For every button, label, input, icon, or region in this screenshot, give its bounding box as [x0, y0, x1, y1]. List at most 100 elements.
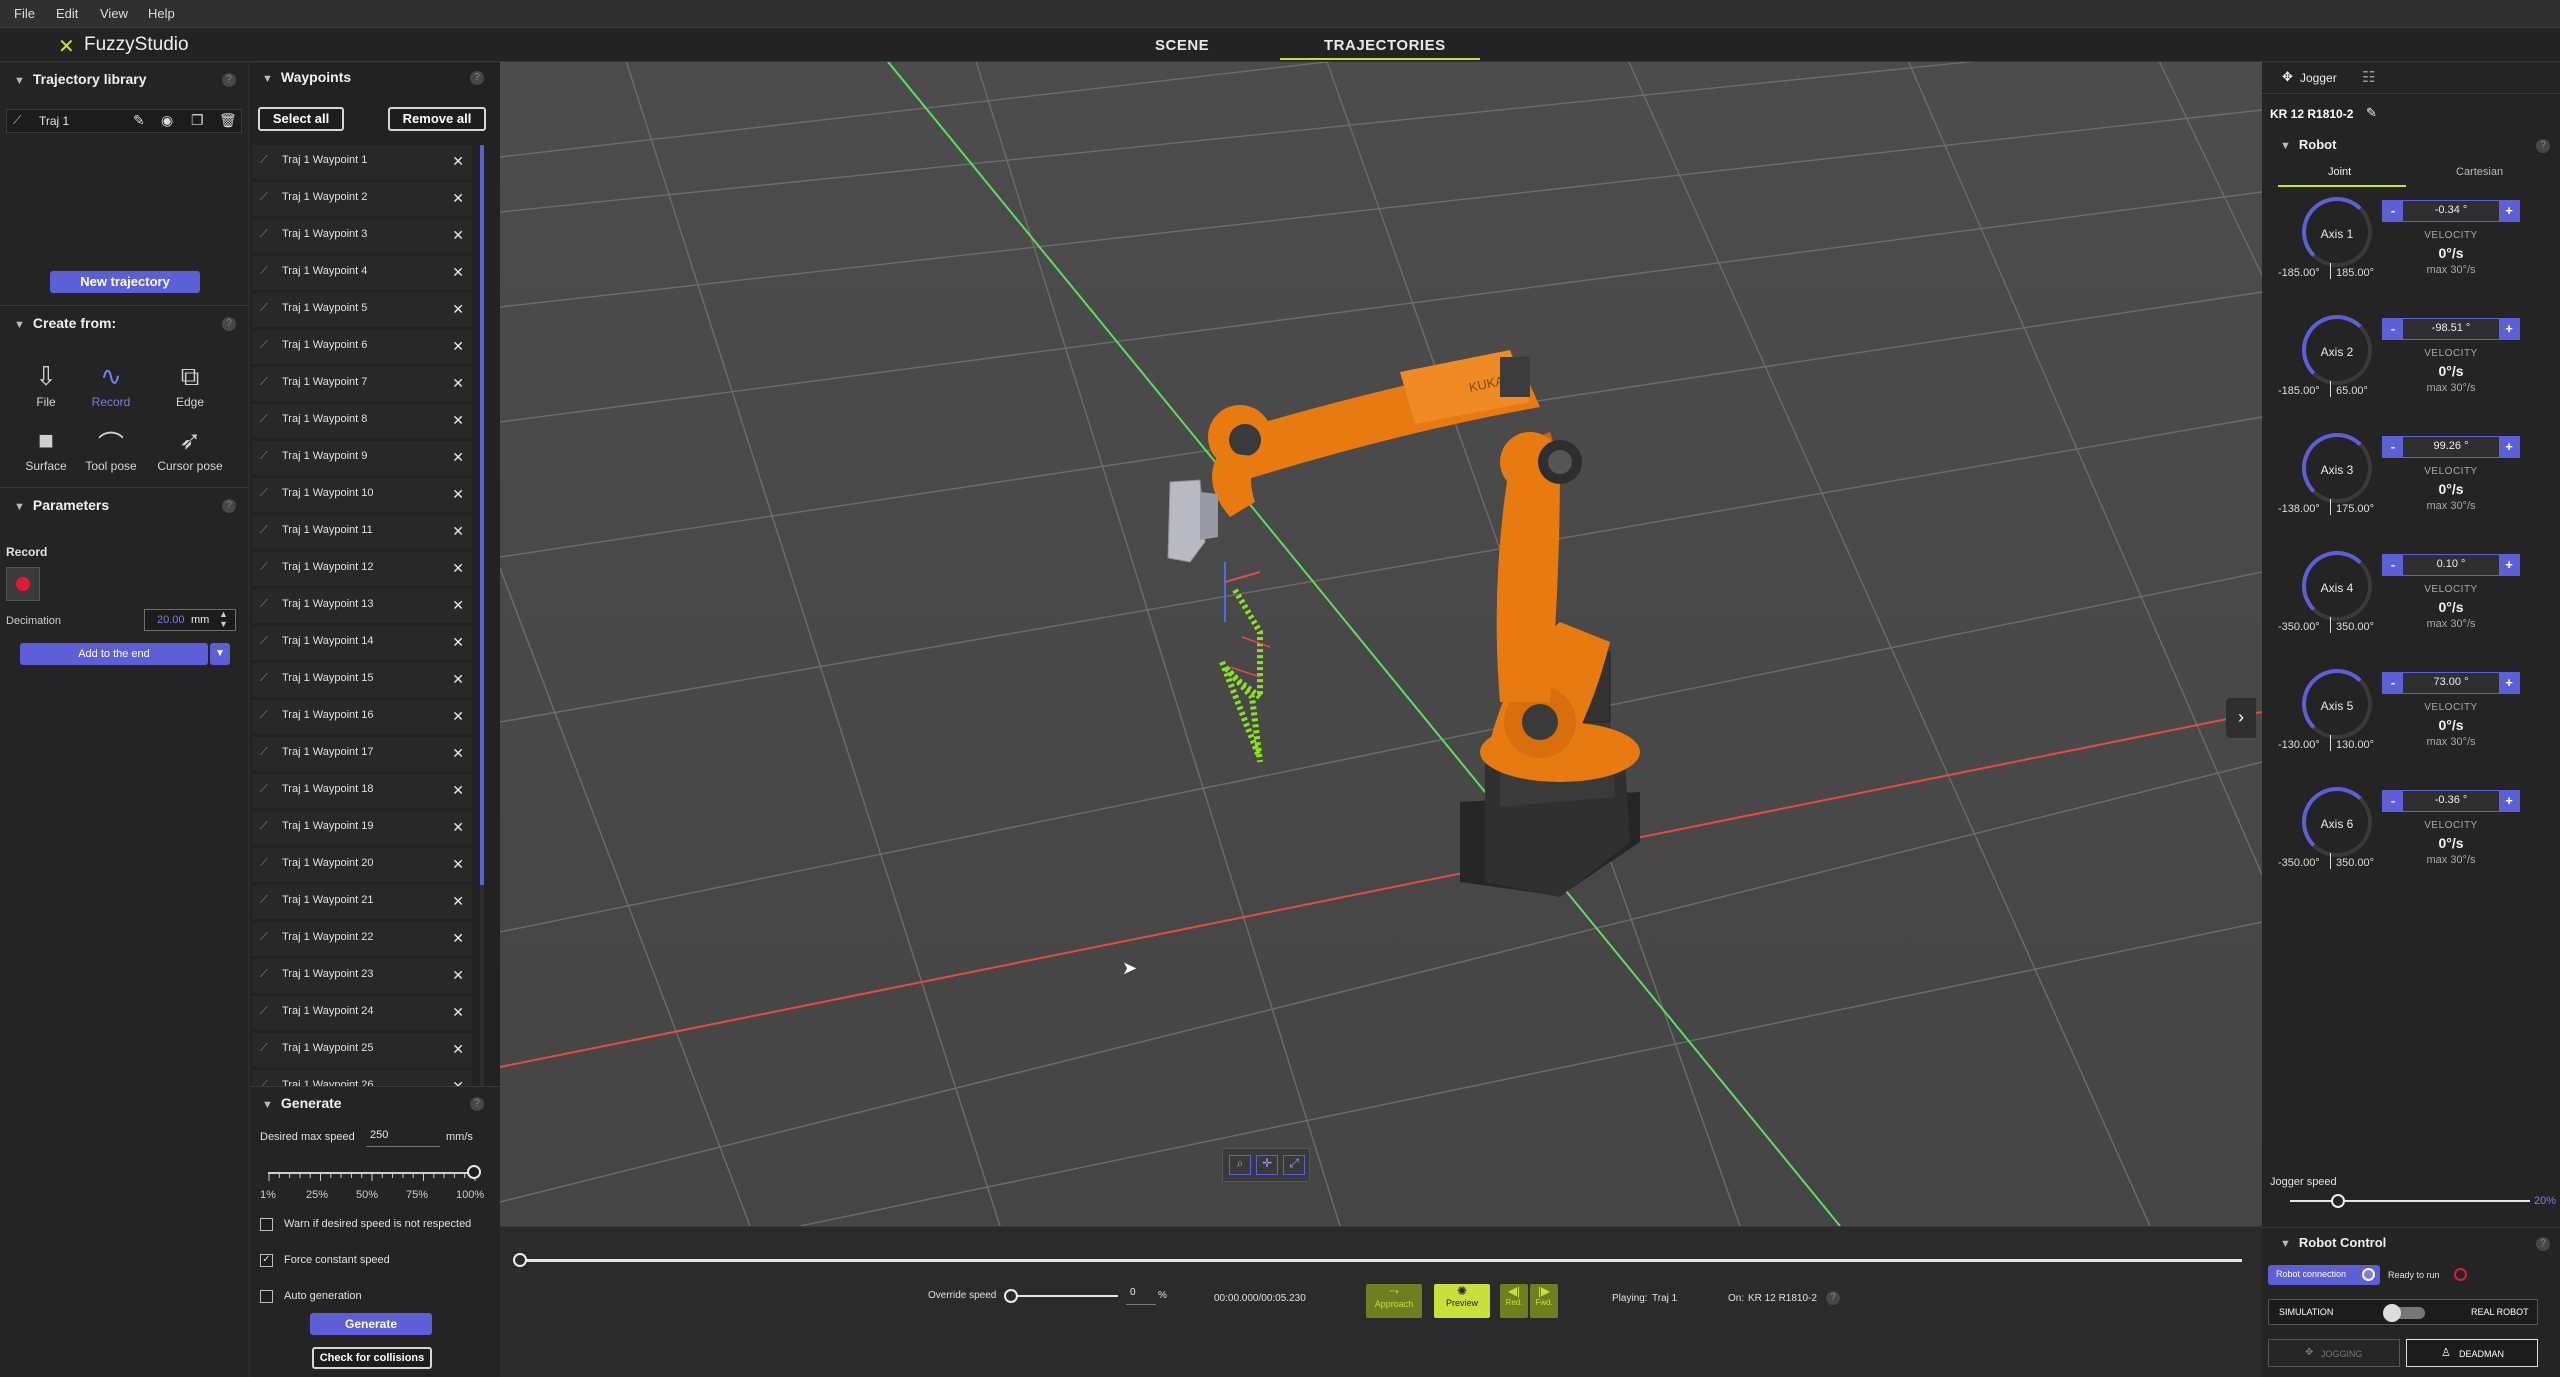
- forward-button[interactable]: |▶ Fwd.: [1530, 1284, 1558, 1318]
- increment-button[interactable]: +: [2499, 201, 2519, 221]
- waypoint-row[interactable]: ⟋ Traj 1 Waypoint 16 ✕: [252, 700, 472, 734]
- remove-waypoint-icon[interactable]: ✕: [452, 264, 464, 281]
- jogger-speed-track[interactable]: [2290, 1200, 2530, 1202]
- 3d-viewport[interactable]: KUKA ⌕ ✛ ⤢ › ➤: [500, 62, 2262, 1226]
- waypoint-row[interactable]: ⟋ Traj 1 Waypoint 8 ✕: [252, 404, 472, 438]
- robot-connection-button[interactable]: Robot connection: [2268, 1265, 2380, 1285]
- robot-control-header[interactable]: ▼ Robot Control: [2280, 1235, 2386, 1263]
- fit-view-icon[interactable]: ⤢: [1283, 1155, 1305, 1175]
- decrement-button[interactable]: -: [2383, 555, 2403, 575]
- generate-button[interactable]: Generate: [310, 1313, 432, 1335]
- tab-trajectories[interactable]: TRAJECTORIES: [1324, 37, 1446, 54]
- increment-button[interactable]: +: [2499, 555, 2519, 575]
- remove-waypoint-icon[interactable]: ✕: [452, 671, 464, 688]
- increment-button[interactable]: +: [2499, 791, 2519, 811]
- settings-sliders-icon[interactable]: ☷: [2362, 68, 2375, 86]
- axis-value-input[interactable]: - 73.00 ° +: [2382, 672, 2520, 694]
- remove-waypoint-icon[interactable]: ✕: [452, 190, 464, 207]
- constant-speed-checkbox[interactable]: ✓: [260, 1254, 273, 1267]
- remove-waypoint-icon[interactable]: ✕: [452, 930, 464, 947]
- remove-waypoint-icon[interactable]: ✕: [452, 301, 464, 318]
- waypoint-row[interactable]: ⟋ Traj 1 Waypoint 1 ✕: [252, 145, 472, 179]
- waypoint-row[interactable]: ⟋ Traj 1 Waypoint 7 ✕: [252, 367, 472, 401]
- remove-waypoint-icon[interactable]: ✕: [452, 227, 464, 244]
- axis-value-input[interactable]: - -0.34 ° +: [2382, 200, 2520, 222]
- duplicate-icon[interactable]: ❐: [191, 112, 204, 129]
- remove-waypoint-icon[interactable]: ✕: [452, 560, 464, 577]
- create-cursor-pose-button[interactable]: ➶ Cursor pose: [155, 425, 225, 473]
- add-options-dropdown[interactable]: ▼: [210, 643, 230, 665]
- deadman-button[interactable]: ♙ DEADMAN: [2406, 1339, 2538, 1367]
- waypoint-row[interactable]: ⟋ Traj 1 Waypoint 13 ✕: [252, 589, 472, 623]
- menu-view[interactable]: View: [100, 6, 128, 21]
- increment-button[interactable]: +: [2499, 673, 2519, 693]
- create-surface-button[interactable]: ■ Surface: [11, 425, 81, 473]
- override-input[interactable]: 0: [1126, 1285, 1156, 1305]
- override-slider-track[interactable]: [1010, 1295, 1118, 1297]
- menu-help[interactable]: Help: [148, 6, 175, 21]
- remove-waypoint-icon[interactable]: ✕: [452, 523, 464, 540]
- edit-icon[interactable]: ✎: [2366, 105, 2377, 121]
- waypoint-row[interactable]: ⟋ Traj 1 Waypoint 20 ✕: [252, 848, 472, 882]
- remove-all-button[interactable]: Remove all: [388, 107, 486, 131]
- remove-waypoint-icon[interactable]: ✕: [452, 856, 464, 873]
- waypoint-row[interactable]: ⟋ Traj 1 Waypoint 19 ✕: [252, 811, 472, 845]
- center-view-icon[interactable]: ✛: [1256, 1155, 1278, 1175]
- create-edge-button[interactable]: ⧉ Edge: [155, 361, 225, 409]
- remove-waypoint-icon[interactable]: ✕: [452, 1078, 464, 1086]
- remove-waypoint-icon[interactable]: ✕: [452, 745, 464, 762]
- waypoint-row[interactable]: ⟋ Traj 1 Waypoint 11 ✕: [252, 515, 472, 549]
- select-all-button[interactable]: Select all: [258, 107, 344, 131]
- remove-waypoint-icon[interactable]: ✕: [452, 893, 464, 910]
- help-icon[interactable]: ?: [222, 73, 236, 87]
- waypoint-row[interactable]: ⟋ Traj 1 Waypoint 24 ✕: [252, 996, 472, 1030]
- timeline-track[interactable]: [520, 1259, 2242, 1262]
- remove-waypoint-icon[interactable]: ✕: [452, 819, 464, 836]
- parameters-header[interactable]: ▼ Parameters: [14, 497, 109, 525]
- waypoints-header[interactable]: ▼ Waypoints: [262, 69, 351, 97]
- preview-button[interactable]: ✺ Preview: [1434, 1284, 1490, 1318]
- remove-waypoint-icon[interactable]: ✕: [452, 967, 464, 984]
- add-to-end-button[interactable]: Add to the end: [20, 643, 208, 665]
- eye-icon[interactable]: ◉: [161, 112, 173, 129]
- waypoint-row[interactable]: ⟋ Traj 1 Waypoint 5 ✕: [252, 293, 472, 327]
- waypoint-row[interactable]: ⟋ Traj 1 Waypoint 4 ✕: [252, 256, 472, 290]
- generate-header[interactable]: ▼ Generate: [262, 1095, 342, 1123]
- decrement-button[interactable]: -: [2383, 673, 2403, 693]
- tab-joint[interactable]: Joint: [2328, 166, 2351, 178]
- create-file-button[interactable]: ⇩ File: [11, 361, 81, 409]
- decrement-button[interactable]: -: [2383, 319, 2403, 339]
- remove-waypoint-icon[interactable]: ✕: [452, 1004, 464, 1021]
- help-icon[interactable]: ?: [222, 317, 236, 331]
- edit-icon[interactable]: ✎: [133, 112, 145, 129]
- menu-file[interactable]: File: [14, 6, 35, 21]
- remove-waypoint-icon[interactable]: ✕: [452, 708, 464, 725]
- trajectory-item[interactable]: ⟋ Traj 1 ✎ ◉ ❐ 🗑: [6, 109, 242, 133]
- tab-cartesian[interactable]: Cartesian: [2456, 166, 2503, 178]
- waypoint-row[interactable]: ⟋ Traj 1 Waypoint 12 ✕: [252, 552, 472, 586]
- waypoint-row[interactable]: ⟋ Traj 1 Waypoint 23 ✕: [252, 959, 472, 993]
- remove-waypoint-icon[interactable]: ✕: [452, 412, 464, 429]
- axis-value-input[interactable]: - 99.26 ° +: [2382, 436, 2520, 458]
- override-slider-thumb[interactable]: [1004, 1289, 1018, 1303]
- new-trajectory-button[interactable]: New trajectory: [50, 271, 200, 293]
- increment-button[interactable]: +: [2499, 437, 2519, 457]
- waypoint-row[interactable]: ⟋ Traj 1 Waypoint 9 ✕: [252, 441, 472, 475]
- waypoint-row[interactable]: ⟋ Traj 1 Waypoint 25 ✕: [252, 1033, 472, 1067]
- library-header[interactable]: ▼ Trajectory library: [14, 71, 147, 99]
- remove-waypoint-icon[interactable]: ✕: [452, 375, 464, 392]
- waypoint-row[interactable]: ⟋ Traj 1 Waypoint 18 ✕: [252, 774, 472, 808]
- jogging-button[interactable]: ✥ JOGGING: [2268, 1339, 2400, 1367]
- toggle-knob[interactable]: [2383, 1304, 2401, 1322]
- decrement-button[interactable]: -: [2383, 437, 2403, 457]
- waypoint-row[interactable]: ⟋ Traj 1 Waypoint 3 ✕: [252, 219, 472, 253]
- axis-value-input[interactable]: - 0.10 ° +: [2382, 554, 2520, 576]
- approach-button[interactable]: ⤳ Approach: [1366, 1284, 1422, 1318]
- record-button[interactable]: [6, 567, 40, 601]
- waypoint-row[interactable]: ⟋ Traj 1 Waypoint 6 ✕: [252, 330, 472, 364]
- decrement-button[interactable]: -: [2383, 791, 2403, 811]
- decimation-input[interactable]: 20.00 mm ▲ ▼: [144, 609, 236, 631]
- auto-generation-checkbox[interactable]: [260, 1290, 273, 1303]
- remove-waypoint-icon[interactable]: ✕: [452, 486, 464, 503]
- tab-scene[interactable]: SCENE: [1155, 37, 1209, 54]
